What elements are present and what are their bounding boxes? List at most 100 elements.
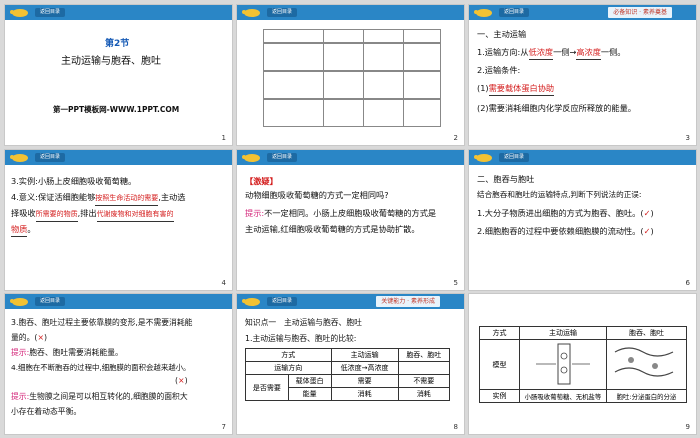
heading: 一、主动运输 bbox=[477, 29, 527, 39]
line-significance-3: 物质。 bbox=[11, 222, 36, 237]
slide-number: 2 bbox=[453, 134, 458, 142]
hint-line-1: 提示:不一定相同。小肠上皮细胞吸收葡萄糖的方式是 bbox=[245, 208, 437, 218]
item-3-line-1: 3.胞吞、胞吐过程主要依靠膜的变形,是不需要消耗能 bbox=[11, 318, 193, 327]
line-direction: 1.运输方向:从低浓度一侧→高浓度一侧。 bbox=[477, 45, 626, 60]
item-2: 2.细胞胞吞的过程中要依赖细胞膜的流动性。(✓) bbox=[477, 226, 654, 236]
model-table: 方式 主动运输 胞吞、胞吐 模型 实例 小肠吸收葡萄糖、无机盐等 胞吐:分泌蛋白… bbox=[479, 326, 688, 403]
table-cell: 实例 bbox=[479, 389, 520, 403]
back-to-toc-button[interactable]: 返回目录 bbox=[267, 8, 297, 17]
intro-text: 结合胞吞和胞吐的运输特点,判断下列说法的正误: bbox=[477, 190, 642, 199]
back-to-toc-button[interactable]: 返回目录 bbox=[499, 8, 529, 17]
slide-header: 返回目录 bbox=[5, 294, 232, 309]
line-example: 3.实例:小肠上皮细胞吸收葡萄糖。 bbox=[11, 176, 137, 186]
turtle-logo-icon bbox=[242, 154, 260, 162]
line-significance: 4.意义:保证活细胞能够按照生命活动的需要,主动选 bbox=[11, 190, 185, 206]
slide-number: 5 bbox=[453, 279, 458, 287]
table-cell: 低浓度→高浓度 bbox=[330, 361, 399, 375]
table-cell: 是否需要 bbox=[245, 374, 289, 401]
slide-number: 7 bbox=[221, 423, 226, 431]
slide-header: 返回目录 bbox=[237, 5, 464, 20]
turtle-logo-icon bbox=[10, 298, 28, 306]
turtle-logo-icon bbox=[474, 154, 492, 162]
slide-header: 返回目录 关键能力 · 素养形成 bbox=[237, 294, 464, 309]
turtle-logo-icon bbox=[242, 9, 260, 17]
knowledge-heading: 知识点一 主动运输与胞吞、胞吐 bbox=[245, 318, 362, 327]
section-tag: 必备知识 · 素养奠基 bbox=[608, 7, 672, 18]
line-carrier: (1)需要载体蛋白协助 bbox=[477, 81, 555, 96]
back-to-toc-button[interactable]: 返回目录 bbox=[267, 153, 297, 162]
slide-number: 3 bbox=[685, 134, 690, 142]
hint-2-line-2: 小存在着动态平衡。 bbox=[11, 407, 82, 416]
slide-sorter: 返回目录 第2节 主动运输与胞吞、胞吐 第一PPT模板网-WWW.1PPT.CO… bbox=[0, 0, 700, 438]
slide-header: 返回目录 必备知识 · 素养奠基 bbox=[469, 5, 696, 20]
question-text: 动物细胞吸收葡萄糖的方式一定相同吗? bbox=[245, 190, 389, 200]
item-4-mark: (×) bbox=[175, 376, 188, 385]
table-cell: 胞吐:分泌蛋白的分泌 bbox=[605, 389, 688, 403]
table-cell: 消耗 bbox=[397, 387, 451, 401]
table-cell: 消耗 bbox=[330, 387, 399, 401]
item-3-line-2: 量的。(×) bbox=[11, 333, 48, 342]
hint-2-line-1: 提示:生物膜之间是可以相互转化的,细胞膜的面积大 bbox=[11, 392, 188, 401]
slide-thumbnail-5[interactable]: 返回目录 【激疑】 动物细胞吸收葡萄糖的方式一定相同吗? 提示:不一定相同。小肠… bbox=[236, 149, 465, 291]
turtle-logo-icon bbox=[242, 298, 260, 306]
table-header-cell: 方式 bbox=[245, 348, 332, 362]
slide-header: 返回目录 bbox=[5, 150, 232, 165]
slide-number: 8 bbox=[453, 423, 458, 431]
watermark-text: 第一PPT模板网-WWW.1PPT.COM bbox=[53, 105, 180, 114]
slide-number: 9 bbox=[685, 423, 690, 431]
slide-thumbnail-1[interactable]: 返回目录 第2节 主动运输与胞吞、胞吐 第一PPT模板网-WWW.1PPT.CO… bbox=[4, 4, 233, 146]
slide-thumbnail-2[interactable]: 返回目录 2 bbox=[236, 4, 465, 146]
hint-line-2: 主动运输,红细胞吸收葡萄糖的方式是协助扩散。 bbox=[245, 224, 420, 234]
table-cell: 模型 bbox=[479, 339, 520, 390]
table-cell: 运输方向 bbox=[245, 361, 332, 375]
slide-thumbnail-9[interactable]: 方式 主动运输 胞吞、胞吐 模型 实例 小肠吸收葡萄糖、无机盐等 胞吐:分泌蛋白… bbox=[468, 293, 697, 435]
slide-header: 返回目录 bbox=[5, 5, 232, 20]
back-to-toc-button[interactable]: 返回目录 bbox=[35, 153, 65, 162]
comparison-sub: 1.主动运输与胞吞、胞吐的比较: bbox=[245, 334, 357, 343]
slide-header: 返回目录 bbox=[237, 150, 464, 165]
slide-thumbnail-7[interactable]: 返回目录 3.胞吞、胞吐过程主要依靠膜的变形,是不需要消耗能 量的。(×) 提示… bbox=[4, 293, 233, 435]
item-1: 1.大分子物质进出细胞的方式为胞吞、胞吐。(✓) bbox=[477, 208, 654, 218]
table-cell: 需要 bbox=[330, 374, 399, 388]
table-header-cell: 方式 bbox=[479, 326, 520, 340]
slide-title: 主动运输与胞吞、胞吐 bbox=[61, 56, 161, 67]
table-header-cell: 主动运输 bbox=[330, 348, 399, 362]
table-cell: 能量 bbox=[287, 387, 332, 401]
line-significance-2: 择吸收所需要的物质,排出代谢废物和对细胞有害的 bbox=[11, 206, 174, 222]
turtle-logo-icon bbox=[10, 9, 28, 17]
turtle-logo-icon bbox=[10, 154, 28, 162]
back-to-toc-button[interactable]: 返回目录 bbox=[35, 297, 65, 306]
table-cell: 小肠吸收葡萄糖、无机盐等 bbox=[519, 389, 607, 403]
active-transport-diagram bbox=[519, 339, 607, 390]
endocytosis-diagram bbox=[605, 339, 688, 390]
slide-thumbnail-3[interactable]: 返回目录 必备知识 · 素养奠基 一、主动运输 1.运输方向:从低浓度一侧→高浓… bbox=[468, 4, 697, 146]
slide-thumbnail-8[interactable]: 返回目录 关键能力 · 素养形成 知识点一 主动运输与胞吞、胞吐 1.主动运输与… bbox=[236, 293, 465, 435]
table-cell bbox=[397, 361, 451, 375]
slide-thumbnail-4[interactable]: 返回目录 3.实例:小肠上皮细胞吸收葡萄糖。 4.意义:保证活细胞能够按照生命活… bbox=[4, 149, 233, 291]
heading: 二、胞吞与胞吐 bbox=[477, 174, 535, 184]
line-energy: (2)需要消耗细胞内化学反应所释放的能量。 bbox=[477, 103, 636, 113]
vesicle-diagram-icon bbox=[615, 346, 674, 377]
section-label: 第2节 bbox=[105, 39, 130, 49]
line-conditions: 2.运输条件: bbox=[477, 65, 521, 75]
membrane-diagram-icon bbox=[535, 343, 590, 384]
objective-table-image bbox=[263, 29, 441, 129]
back-to-toc-button[interactable]: 返回目录 bbox=[35, 8, 65, 17]
slide-number: 4 bbox=[221, 279, 226, 287]
back-to-toc-button[interactable]: 返回目录 bbox=[267, 297, 297, 306]
slide-number: 6 bbox=[685, 279, 690, 287]
item-4-line-1: 4.细胞在不断胞吞的过程中,细胞膜的面积会越来越小。 bbox=[11, 363, 191, 372]
table-header-cell: 胞吞、胞吐 bbox=[397, 348, 451, 362]
table-header-cell: 主动运输 bbox=[519, 326, 607, 340]
table-header-cell: 胞吞、胞吐 bbox=[605, 326, 688, 340]
section-tag: 关键能力 · 素养形成 bbox=[376, 296, 440, 307]
slide-header: 返回目录 bbox=[469, 150, 696, 165]
hint-1: 提示:胞吞、胞吐需要消耗能量。 bbox=[11, 348, 123, 357]
turtle-logo-icon bbox=[474, 9, 492, 17]
table-cell: 载体蛋白 bbox=[287, 374, 332, 388]
comparison-table: 方式 主动运输 胞吞、胞吐 运输方向 低浓度→高浓度 是否需要 载体蛋白 需要 … bbox=[245, 348, 451, 401]
slide-thumbnail-6[interactable]: 返回目录 二、胞吞与胞吐 结合胞吞和胞吐的运输特点,判断下列说法的正误: 1.大… bbox=[468, 149, 697, 291]
slide-number: 1 bbox=[221, 134, 226, 142]
back-to-toc-button[interactable]: 返回目录 bbox=[499, 153, 529, 162]
table-cell: 不需要 bbox=[397, 374, 451, 388]
